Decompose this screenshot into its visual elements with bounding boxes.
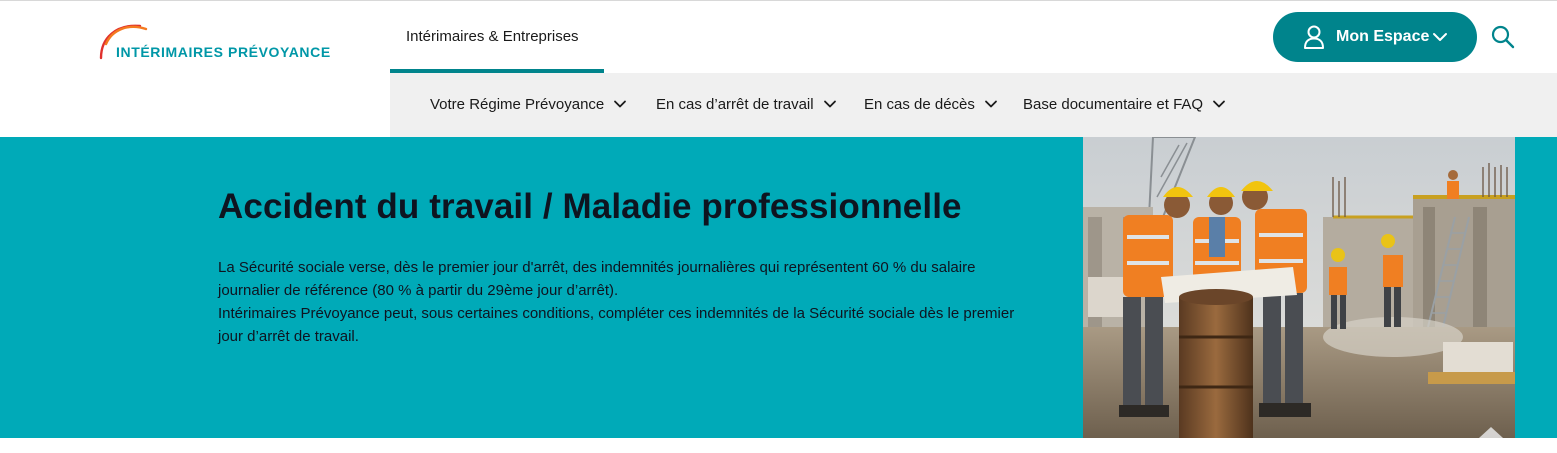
nav-item-arret-de-travail[interactable]: En cas d’arrêt de travail bbox=[656, 93, 837, 115]
mon-espace-label: Mon Espace bbox=[1336, 28, 1430, 45]
hero-paragraph: Intérimaires Prévoyance peut, sous certa… bbox=[218, 305, 1015, 345]
nav-item-base-documentaire-faq[interactable]: Base documentaire et FAQ bbox=[1023, 93, 1226, 115]
construction-workers-photo bbox=[1083, 137, 1515, 438]
nav-item-label: Votre Régime Prévoyance bbox=[430, 95, 605, 113]
hero-banner: Accident du travail / Maladie profession… bbox=[0, 137, 1557, 438]
chevron-down-icon bbox=[985, 100, 997, 108]
chevron-down-icon bbox=[1433, 33, 1447, 41]
user-icon bbox=[1304, 25, 1324, 49]
nav-item-label: Base documentaire et FAQ bbox=[1023, 95, 1204, 113]
secondary-nav: Votre Régime Prévoyance En cas d’arrêt d… bbox=[390, 73, 1557, 137]
hero-paragraph: La Sécurité sociale verse, dès le premie… bbox=[218, 259, 976, 299]
hero-description: La Sécurité sociale verse, dès le premie… bbox=[218, 256, 1038, 348]
tab-label: Intérimaires & Entreprises bbox=[406, 28, 579, 45]
nav-item-label: En cas de décès bbox=[864, 95, 975, 113]
nav-item-label: En cas d’arrêt de travail bbox=[656, 95, 814, 113]
tab-interimaires-entreprises[interactable]: Intérimaires & Entreprises bbox=[390, 1, 604, 73]
search-icon[interactable] bbox=[1490, 24, 1516, 50]
mon-espace-button[interactable]: Mon Espace bbox=[1273, 12, 1477, 62]
nav-item-regime-prevoyance[interactable]: Votre Régime Prévoyance bbox=[430, 93, 627, 115]
hero-right-margin bbox=[1515, 137, 1557, 438]
construction-site-illustration bbox=[1083, 137, 1515, 438]
logo-text: INTÉRIMAIRES PRÉVOYANCE bbox=[116, 44, 331, 60]
page-title: Accident du travail / Maladie profession… bbox=[218, 187, 962, 226]
site-header: INTÉRIMAIRES PRÉVOYANCE Intérimaires & E… bbox=[0, 1, 1557, 73]
site-logo[interactable]: INTÉRIMAIRES PRÉVOYANCE bbox=[98, 20, 338, 62]
chevron-down-icon bbox=[1213, 100, 1226, 108]
chevron-down-icon bbox=[614, 100, 627, 108]
nav-item-deces[interactable]: En cas de décès bbox=[864, 93, 998, 115]
chevron-down-icon bbox=[823, 100, 836, 108]
